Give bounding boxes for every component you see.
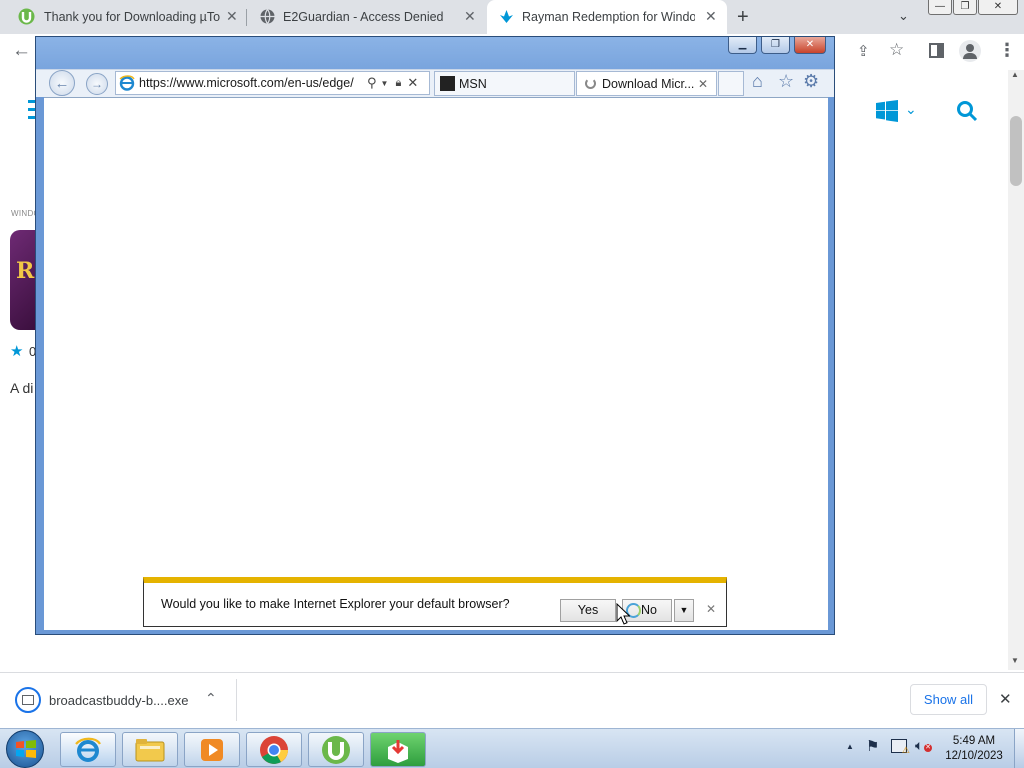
platform-chevron-down-icon[interactable]: ⌄ [905, 101, 917, 118]
stop-icon[interactable]: ✕ [407, 75, 418, 91]
ie-tab-download-microsoft[interactable]: Download Micr... ✕ [576, 71, 717, 96]
search-icon[interactable]: ⚲ [367, 75, 377, 91]
download-item-icon [15, 687, 41, 713]
system-clock[interactable]: 5:49 AM 12/10/2023 [942, 734, 1006, 764]
tab-close-icon[interactable]: ✕ [464, 8, 476, 25]
rating-star-icon: ★ [10, 343, 24, 360]
app-description: A di [10, 380, 34, 396]
taskbar-installer[interactable] [370, 732, 426, 767]
ie-restore-button[interactable]: ❐ [761, 37, 790, 54]
ie-tab-msn[interactable]: MSN [434, 71, 575, 96]
close-shelf-icon[interactable]: ✕ [999, 690, 1012, 708]
action-center-flag-icon[interactable]: ⚑ [866, 737, 879, 755]
taskbar-google-chrome[interactable] [246, 732, 302, 767]
tab-title: Rayman Redemption for Windows [522, 10, 695, 24]
windows-logo-icon[interactable] [876, 100, 898, 122]
side-panel-icon[interactable] [929, 43, 944, 58]
taskbar-file-explorer[interactable] [122, 732, 178, 767]
clock-time: 5:49 AM [952, 735, 996, 747]
windows-logo-icon [16, 740, 36, 758]
dropdown-arrow-icon[interactable]: ▼ [381, 79, 389, 88]
ie-url-text[interactable]: https://www.microsoft.com/en-us/edge/ [139, 76, 361, 90]
show-desktop-button[interactable] [1014, 729, 1024, 768]
home-icon[interactable]: ⌂ [752, 71, 763, 92]
show-hidden-icons-arrow-icon[interactable]: ▲ [846, 742, 854, 751]
divider [236, 679, 237, 721]
yes-button[interactable]: Yes [560, 599, 616, 622]
default-browser-notification: Would you like to make Internet Explorer… [143, 577, 727, 627]
internet-explorer-window: ▁ ❐ ✕ ← → https://www.microsoft.com/en-u… [35, 36, 835, 635]
globe-icon [260, 9, 275, 24]
ie-logo-icon [119, 75, 135, 91]
network-icon[interactable]: ⚠ [891, 739, 910, 755]
ie-tab-title: Download Micr... [602, 76, 694, 91]
restore-button[interactable]: ❐ [953, 0, 977, 15]
ie-page-content [44, 97, 828, 630]
media-player-icon [201, 738, 223, 761]
chevron-up-icon[interactable]: ⌃ [205, 690, 217, 707]
ie-forward-button[interactable]: → [86, 73, 108, 95]
bookmark-star-icon[interactable]: ☆ [889, 40, 904, 60]
ie-minimize-button[interactable]: ▁ [728, 37, 757, 54]
chrome-icon [260, 735, 288, 764]
ie-new-tab-button[interactable] [718, 71, 744, 96]
page-scrollbar[interactable]: ▲ ▼ [1008, 70, 1024, 670]
ie-address-bar[interactable]: https://www.microsoft.com/en-us/edge/ ⚲ … [115, 71, 430, 95]
ie-logo-icon [75, 737, 101, 762]
settings-gear-icon[interactable]: ⚙ [803, 71, 819, 92]
notification-close-icon[interactable]: ✕ [706, 602, 716, 616]
windows-taskbar: ▲ ⚑ ⚠ 🔈︎ ✕ 5:49 AM 12/10/2023 [0, 728, 1024, 768]
clock-date: 12/10/2023 [945, 750, 1003, 762]
show-all-button[interactable]: Show all [910, 684, 987, 715]
msn-icon [440, 76, 455, 91]
ie-tab-title: MSN [459, 76, 487, 91]
chrome-tab-utorrent[interactable]: Thank you for Downloading µTorrent ✕ [0, 0, 245, 34]
tab-close-icon[interactable]: ✕ [698, 77, 708, 91]
share-icon[interactable]: ⇪ [857, 42, 870, 60]
download-shelf: broadcastbuddy-b....exe ⌃ Show all ✕ [0, 672, 1024, 728]
ie-back-button[interactable]: ← [49, 70, 75, 96]
softonic-icon [500, 10, 513, 23]
loading-spinner-icon [585, 78, 596, 89]
taskbar-media-player[interactable] [184, 732, 240, 767]
tab-close-icon[interactable]: ✕ [226, 8, 238, 25]
minimize-button[interactable]: — [928, 0, 952, 15]
scrollbar-thumb[interactable] [1010, 116, 1022, 186]
folder-icon [135, 738, 165, 761]
back-arrow-icon: ← [54, 74, 70, 92]
new-tab-button[interactable]: + [737, 6, 749, 29]
close-window-button[interactable]: ✕ [978, 0, 1018, 15]
taskbar-internet-explorer[interactable] [60, 732, 116, 767]
chrome-tab-strip: Thank you for Downloading µTorrent ✕ E2G… [0, 0, 1024, 34]
chrome-tab-e2guardian[interactable]: E2Guardian - Access Denied ✕ [248, 0, 486, 34]
tab-title: Thank you for Downloading µTorrent [44, 10, 220, 24]
mouse-cursor-icon [616, 603, 630, 625]
tab-close-icon[interactable]: ✕ [705, 8, 717, 25]
no-button-label: No [641, 603, 657, 617]
taskbar-utorrent[interactable] [308, 732, 364, 767]
notification-message: Would you like to make Internet Explorer… [161, 597, 510, 611]
app-thumbnail[interactable]: R [10, 230, 38, 330]
tab-title: E2Guardian - Access Denied [283, 10, 444, 24]
profile-avatar-icon[interactable] [959, 40, 981, 62]
installer-box-icon [388, 739, 408, 763]
forward-arrow-icon: → [91, 77, 103, 91]
no-dropdown-arrow-icon[interactable]: ▼ [674, 599, 694, 622]
download-filename[interactable]: broadcastbuddy-b....exe [49, 693, 188, 708]
start-button[interactable] [6, 730, 44, 768]
chrome-tab-rayman[interactable]: Rayman Redemption for Windows ✕ [487, 0, 727, 34]
ie-navigation-bar: ← → https://www.microsoft.com/en-us/edge… [36, 69, 834, 97]
search-icon[interactable] [956, 100, 978, 122]
favorites-star-icon[interactable]: ☆ [778, 71, 794, 92]
tab-search-chevron-icon[interactable]: ⌄ [898, 8, 909, 24]
lock-icon[interactable]: 🔒︎ [395, 77, 401, 90]
volume-muted-icon[interactable]: 🔈︎ ✕ [915, 737, 932, 754]
back-arrow-icon[interactable]: ← [12, 40, 31, 62]
ie-close-button[interactable]: ✕ [794, 37, 826, 54]
tab-separator [246, 9, 247, 26]
utorrent-icon [18, 8, 35, 25]
utorrent-icon [322, 735, 350, 764]
chrome-menu-icon[interactable]: ⋮ [998, 40, 1016, 61]
